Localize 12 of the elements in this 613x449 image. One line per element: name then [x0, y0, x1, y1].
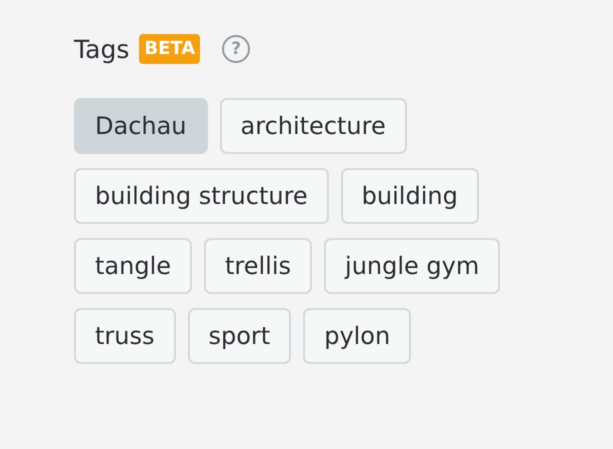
tag-chip[interactable]: truss: [74, 308, 176, 364]
tag-chip[interactable]: trellis: [204, 238, 312, 294]
tag-chip[interactable]: tangle: [74, 238, 192, 294]
tag-chip[interactable]: architecture: [220, 98, 407, 154]
tag-chip[interactable]: pylon: [303, 308, 412, 364]
tag-chip[interactable]: jungle gym: [324, 238, 500, 294]
beta-badge: BETA: [139, 34, 200, 64]
tag-chip[interactable]: sport: [188, 308, 292, 364]
tag-chip[interactable]: Dachau: [74, 98, 208, 154]
tag-chip[interactable]: building structure: [74, 168, 329, 224]
tag-chip[interactable]: building: [340, 168, 479, 224]
tags-heading: Tags: [74, 34, 130, 64]
